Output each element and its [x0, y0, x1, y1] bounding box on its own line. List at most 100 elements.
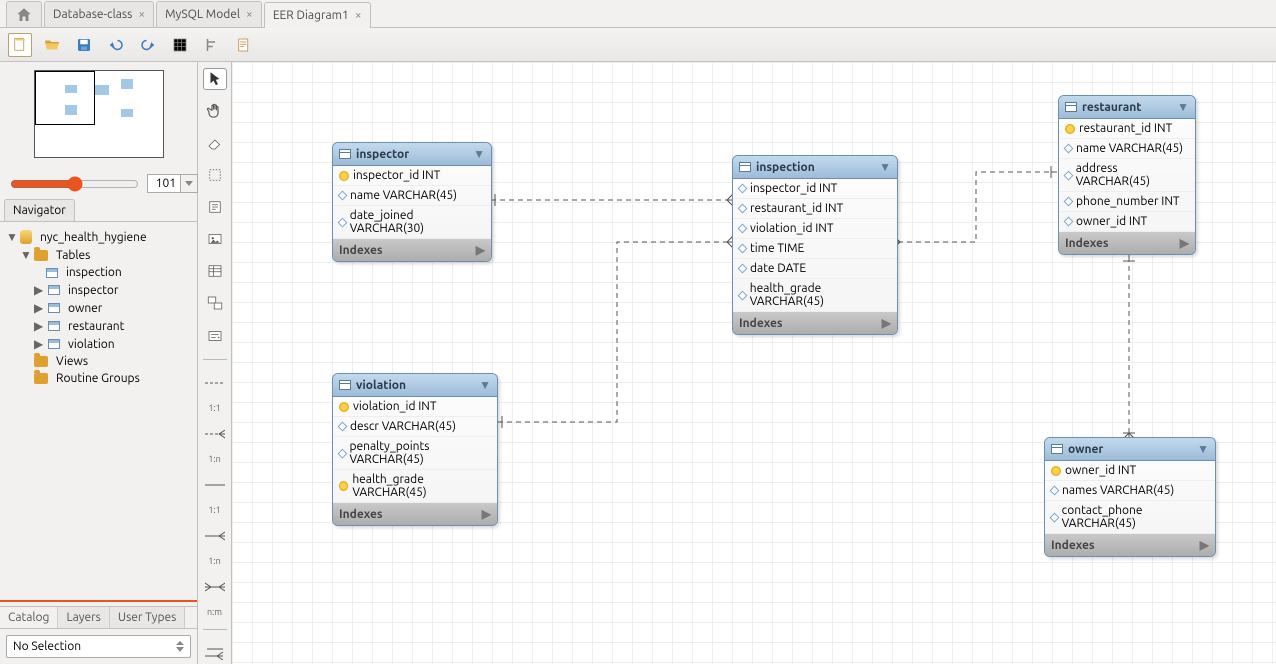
entity-violation[interactable]: violation▼ violation_id INT descr VARCHA… [332, 373, 498, 526]
redo-icon [139, 36, 157, 54]
col: health_grade VARCHAR(45) [750, 282, 891, 308]
toolbar [0, 28, 1276, 62]
col: violation_id INT [353, 400, 437, 413]
attr-icon [1050, 486, 1060, 496]
tab-mysql-model[interactable]: MySQL Model× [156, 1, 262, 27]
zoom-slider[interactable] [10, 176, 139, 192]
col: penalty_points VARCHAR(45) [350, 440, 492, 466]
entity-title: inspector [356, 148, 409, 161]
image-tool[interactable] [203, 228, 227, 250]
rel-11b-tool[interactable] [203, 474, 227, 496]
tree-tables[interactable]: ▼Tables [4, 246, 193, 264]
table-icon [46, 268, 58, 278]
save-icon [75, 36, 93, 54]
tree-table-inspection[interactable]: inspection [4, 264, 193, 281]
tree-views[interactable]: Views [4, 353, 193, 370]
close-icon[interactable]: × [138, 8, 145, 21]
entity-owner[interactable]: owner▼ owner_id INT names VARCHAR(45) co… [1044, 437, 1216, 557]
rel-existing-tool[interactable] [203, 642, 227, 664]
catalog-tab[interactable]: Catalog [0, 607, 58, 628]
rel-1nb-tool[interactable] [203, 525, 227, 547]
attr-icon [1064, 170, 1074, 180]
zoom-value[interactable]: 101 [147, 174, 181, 193]
tables-label: Tables [56, 249, 90, 262]
redo-button[interactable] [136, 33, 160, 57]
layers-tab[interactable]: Layers [58, 607, 109, 628]
col: owner_id INT [1076, 215, 1147, 228]
script-icon [235, 36, 253, 54]
home-tab[interactable] [6, 1, 42, 27]
minimap-canvas [34, 70, 164, 158]
entity-title: inspection [756, 161, 815, 174]
layer-tool[interactable] [203, 164, 227, 186]
undo-button[interactable] [104, 33, 128, 57]
eraser-icon [206, 134, 224, 152]
database-icon [20, 230, 32, 244]
folder-icon [34, 373, 48, 384]
tree-table-violation[interactable]: ▶violation [4, 335, 193, 353]
tables-icon [206, 294, 224, 312]
col: date_joined VARCHAR(30) [350, 209, 485, 235]
table-icon [48, 339, 60, 349]
selection-combo[interactable]: No Selection [6, 635, 191, 658]
close-icon[interactable]: × [355, 9, 362, 22]
tree-table-restaurant[interactable]: ▶restaurant [4, 317, 193, 335]
minimap[interactable] [0, 62, 197, 172]
home-icon [15, 6, 33, 24]
open-file-button[interactable] [40, 33, 64, 57]
usertypes-tab[interactable]: User Types [110, 607, 185, 628]
save-button[interactable] [72, 33, 96, 57]
entity-restaurant[interactable]: restaurant▼ restaurant_id INT name VARCH… [1058, 95, 1196, 255]
indexes-label: Indexes [739, 317, 783, 330]
rel-nm-tool[interactable] [203, 576, 227, 598]
tab-database-class[interactable]: Database-class × [44, 1, 154, 27]
indexes-label: Indexes [339, 508, 383, 521]
tree-db[interactable]: ▼nyc_health_hygiene [4, 228, 193, 246]
tree-table-owner[interactable]: ▶owner [4, 299, 193, 317]
pointer-icon [206, 70, 224, 88]
col: owner_id INT [1065, 464, 1136, 477]
new-file-button[interactable] [8, 33, 32, 57]
eraser-tool[interactable] [203, 132, 227, 154]
col: descr VARCHAR(45) [350, 420, 456, 433]
entity-inspector[interactable]: inspector▼ inspector_id INT name VARCHAR… [332, 142, 492, 262]
hand-icon [206, 102, 224, 120]
attr-icon [1064, 217, 1074, 227]
diagram-canvas[interactable]: inspector▼ inspector_id INT name VARCHAR… [232, 62, 1276, 664]
close-icon[interactable]: × [246, 8, 253, 21]
layer-icon [206, 166, 224, 184]
view-tool[interactable] [203, 292, 227, 314]
rel-1n-tool[interactable] [203, 423, 227, 445]
attr-icon [338, 422, 348, 432]
entity-inspection[interactable]: inspection▼ inspector_id INT restaurant_… [732, 155, 898, 335]
image-icon [206, 230, 224, 248]
align-icon [203, 36, 221, 54]
grid-icon [171, 36, 189, 54]
attr-icon [337, 448, 347, 458]
routine-tool[interactable] [203, 325, 227, 347]
grid-button[interactable] [168, 33, 192, 57]
tab-eer-diagram[interactable]: EER Diagram1× [264, 2, 371, 28]
script-button[interactable] [232, 33, 256, 57]
folder-open-icon [43, 36, 61, 54]
entity-title: violation [356, 379, 406, 392]
indexes-label: Indexes [1051, 539, 1095, 552]
attr-icon [738, 290, 748, 300]
tree-table-inspector[interactable]: ▶inspector [4, 281, 193, 299]
tree-routines[interactable]: Routine Groups [4, 370, 193, 387]
routine-icon [206, 327, 224, 345]
pointer-tool[interactable] [203, 68, 227, 90]
col: phone_number INT [1076, 195, 1180, 208]
zoom-dropdown[interactable] [181, 174, 198, 193]
table-tool[interactable] [203, 260, 227, 282]
col: name VARCHAR(45) [350, 189, 457, 202]
hand-tool[interactable] [203, 100, 227, 122]
col: restaurant_id INT [1079, 122, 1172, 135]
selection-label: No Selection [13, 640, 81, 653]
rel-11-tool[interactable] [203, 372, 227, 394]
align-button[interactable] [200, 33, 224, 57]
tab-label: Database-class [53, 8, 132, 21]
navigator-tab[interactable]: Navigator [4, 199, 75, 221]
text-tool[interactable] [203, 196, 227, 218]
left-panel: 101 Navigator ▼nyc_health_hygiene ▼Table… [0, 62, 198, 664]
